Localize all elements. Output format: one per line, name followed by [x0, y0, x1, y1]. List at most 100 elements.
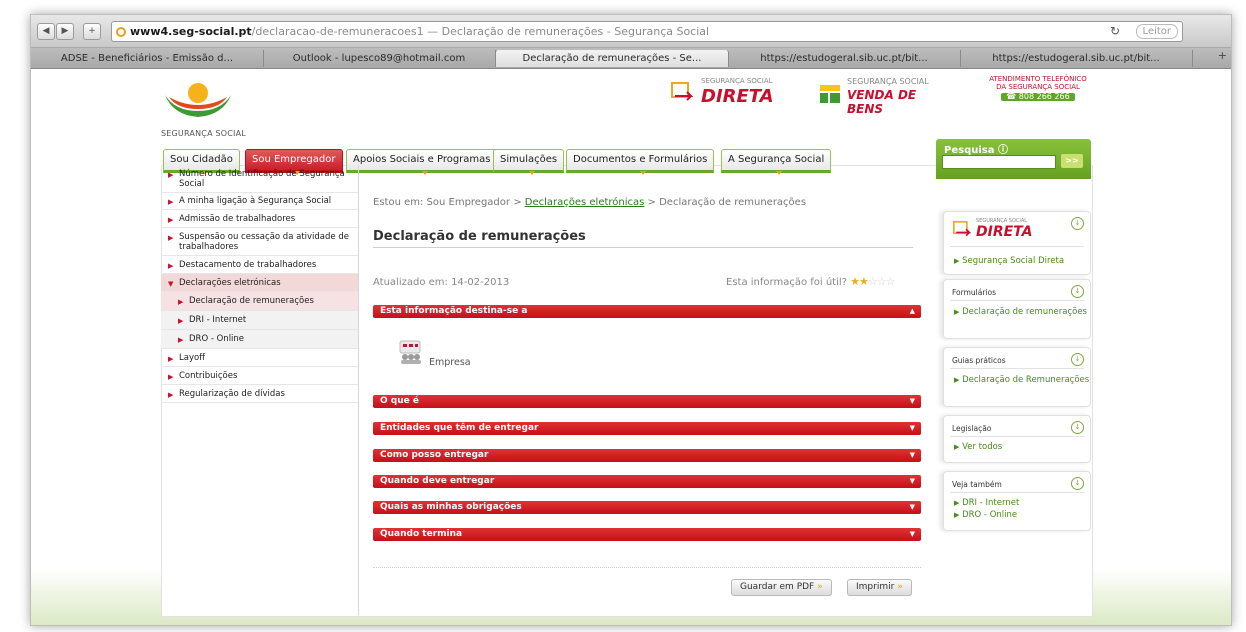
nav-tab-label: Documentos e Formulários: [573, 154, 708, 165]
accordion-quando-entregar[interactable]: Quando deve entregar ▼: [373, 475, 921, 488]
direta-banner-big: DIRETA: [701, 86, 774, 107]
save-pdf-button[interactable]: Guardar em PDF »: [731, 579, 832, 596]
sidebar-item-label: Contribuições: [179, 371, 238, 381]
search-input[interactable]: [942, 155, 1056, 169]
sidebar-item-contribuicoes[interactable]: ▶ Contribuições: [161, 367, 358, 385]
box-divider: [950, 492, 1084, 493]
nav-tab-a-seguranca-social[interactable]: A Segurança Social: [721, 149, 832, 175]
nav-tab-apoios-sociais[interactable]: Apoios Sociais e Programas: [346, 149, 498, 175]
direta-banner-small: SEGURANÇA SOCIAL: [701, 77, 773, 85]
sidebar-item-label: Layoff: [179, 353, 206, 363]
arrow-right-icon: ▶: [178, 317, 184, 325]
browser-tab[interactable]: https://estudogeral.sib.uc.pt/bit...: [728, 50, 961, 67]
sidebar-item-regularizacao[interactable]: ▶ Regularização de dívidas: [161, 385, 358, 403]
sidebar-item-declaracoes[interactable]: ▼ Declarações eletrónicas: [161, 274, 358, 292]
sidebar-item-label: A minha ligação à Segurança Social: [179, 196, 332, 206]
link-seguranca-social-direta[interactable]: ▶ Segurança Social Direta: [954, 256, 1064, 266]
info-icon[interactable]: ↓: [1071, 421, 1084, 434]
venda-de-bens-banner[interactable]: SEGURANÇA SOCIAL VENDA DE BENS: [819, 77, 949, 117]
star-filled-icon[interactable]: ★: [850, 275, 860, 288]
print-button[interactable]: Imprimir »: [847, 579, 912, 596]
info-icon[interactable]: ↓: [1071, 217, 1084, 230]
sidebar-item-label: Destacamento de trabalhadores: [179, 260, 317, 270]
arrow-right-icon: ▶: [168, 373, 174, 381]
veja-tambem-box: Veja também ↓ ▶ DRI - Internet ▶ DRO - O…: [943, 471, 1091, 531]
star-empty-icon[interactable]: ☆: [886, 275, 896, 288]
info-icon[interactable]: ↓: [1071, 285, 1084, 298]
reload-icon[interactable]: ↻: [1110, 22, 1120, 41]
breadcrumb-current: > Declaração de remunerações: [644, 197, 807, 208]
link-dri-internet[interactable]: ▶ DRI - Internet: [954, 498, 1019, 508]
triangle-down-icon: ▼: [909, 397, 915, 405]
updated-date: Atualizado em: 14-02-2013: [373, 277, 510, 288]
accordion-quando-termina[interactable]: Quando termina ▼: [373, 528, 921, 541]
sidebar-item-label: DRI - Internet: [189, 315, 247, 325]
phone-support-line1: ATENDIMENTO TELEFÓNICO: [989, 75, 1087, 83]
sidebar-item-label: Declaração de remunerações: [189, 296, 314, 306]
sidebar-item-layoff[interactable]: ▶ Layoff: [161, 349, 358, 367]
link-dro-online[interactable]: ▶ DRO - Online: [954, 510, 1017, 520]
accordion-o-que-e[interactable]: O que é ▼: [373, 395, 921, 408]
sidebar-item-niss[interactable]: ▶ Número de Identificação de Segurança So…: [161, 165, 358, 193]
star-filled-icon[interactable]: ★: [859, 275, 869, 288]
link-label: Segurança Social Direta: [962, 256, 1065, 266]
sidebar-item-declaracao-remuneracoes[interactable]: ▶ Declaração de remunerações: [161, 292, 358, 311]
browser-toolbar: ◀ ▶ + www4.seg-social.pt/declaracao-de-r…: [31, 15, 1231, 48]
box-divider: [950, 436, 1084, 437]
sidebar-item-label: Declarações eletrónicas: [179, 278, 281, 288]
breadcrumb-link-declaracoes[interactable]: Declarações eletrónicas: [525, 197, 645, 208]
sidebar-item-destacamento[interactable]: ▶ Destacamento de trabalhadores: [161, 256, 358, 274]
box-divider: [950, 368, 1084, 369]
seguranca-social-logo-icon: [165, 83, 231, 117]
rating-prompt: Esta informação foi útil? ★★☆☆☆: [726, 275, 896, 288]
browser-tab-active[interactable]: Declaração de remunerações - Se...: [495, 50, 729, 67]
link-label: DRI - Internet: [962, 498, 1020, 508]
sidebar-item-suspensao[interactable]: ▶ Suspensão ou cessação da atividade de t…: [161, 228, 358, 256]
sidebar-item-dro[interactable]: ▶ DRO - Online: [161, 330, 358, 349]
nav-tab-documentos[interactable]: Documentos e Formulários: [566, 149, 715, 175]
arrow-right-icon: ▶: [168, 198, 174, 206]
info-icon[interactable]: ↓: [1071, 353, 1084, 366]
forward-button[interactable]: ▶: [56, 23, 74, 40]
rating-stars[interactable]: ★★☆☆☆: [850, 275, 896, 288]
link-ver-todos[interactable]: ▶ Ver todos: [954, 442, 1002, 452]
accordion-label: Quais as minhas obrigações: [380, 502, 522, 512]
accordion-como-entregar[interactable]: Como posso entregar ▼: [373, 449, 921, 462]
sidebar-item-ligacao[interactable]: ▶ A minha ligação à Segurança Social: [161, 192, 358, 210]
info-icon[interactable]: ↓: [1071, 477, 1084, 490]
link-guia-declaracao-remuneracoes[interactable]: ▶ Declaração de Remunerações: [954, 375, 1089, 385]
browser-tab[interactable]: https://estudogeral.sib.uc.pt/bit...: [960, 50, 1193, 67]
accordion-label: O que é: [380, 396, 419, 406]
direta-mini-logo[interactable]: SEGURANÇA SOCIAL DIRETA: [952, 218, 1062, 242]
triangle-down-icon: ▼: [909, 530, 915, 538]
page-title: Declaração de remunerações: [373, 229, 586, 244]
add-tab-icon[interactable]: +: [1218, 49, 1227, 62]
phone-support: ATENDIMENTO TELEFÓNICO DA SEGURANÇA SOCI…: [973, 75, 1103, 101]
accordion-destina-se[interactable]: Esta informação destina-se a ▲: [373, 305, 921, 318]
direta-banner[interactable]: SEGURANÇA SOCIAL DIRETA: [671, 77, 781, 117]
browser-tab[interactable]: Outlook - lupesco89@hotmail.com: [263, 50, 496, 67]
accordion-obrigacoes[interactable]: Quais as minhas obrigações ▼: [373, 501, 921, 514]
reader-button[interactable]: Leitor: [1135, 24, 1178, 39]
arrow-right-icon: ▶: [954, 257, 960, 265]
sidebar-item-admissao[interactable]: ▶ Admissão de trabalhadores: [161, 210, 358, 228]
arrow-right-icon: ▶: [954, 511, 960, 519]
arrow-down-icon: ▼: [168, 280, 174, 288]
arrow-right-icon: ▶: [178, 298, 184, 306]
arrow-right-icon: ▶: [954, 443, 960, 451]
link-declaracao-remuneracoes[interactable]: ▶ Declaração de remunerações: [954, 307, 1087, 317]
search-submit-button[interactable]: >>: [1061, 154, 1083, 168]
sidebar-item-dri[interactable]: ▶ DRI - Internet: [161, 311, 358, 330]
audience-label: Empresa: [429, 357, 471, 368]
link-label: Ver todos: [962, 442, 1003, 452]
browser-tab[interactable]: ADSE - Beneficiários - Emissão d...: [31, 50, 264, 67]
back-button[interactable]: ◀: [37, 23, 55, 40]
nav-tab-simulacoes[interactable]: Simulações: [493, 149, 565, 175]
star-empty-icon[interactable]: ☆: [868, 275, 878, 288]
new-tab-button[interactable]: +: [83, 23, 101, 40]
address-bar[interactable]: www4.seg-social.pt/declaracao-de-remuner…: [111, 21, 1183, 42]
link-label: Declaração de Remunerações: [962, 375, 1090, 385]
accordion-entidades[interactable]: Entidades que têm de entregar ▼: [373, 422, 921, 435]
star-empty-icon[interactable]: ☆: [877, 275, 887, 288]
box-title: Veja também: [952, 480, 1002, 489]
